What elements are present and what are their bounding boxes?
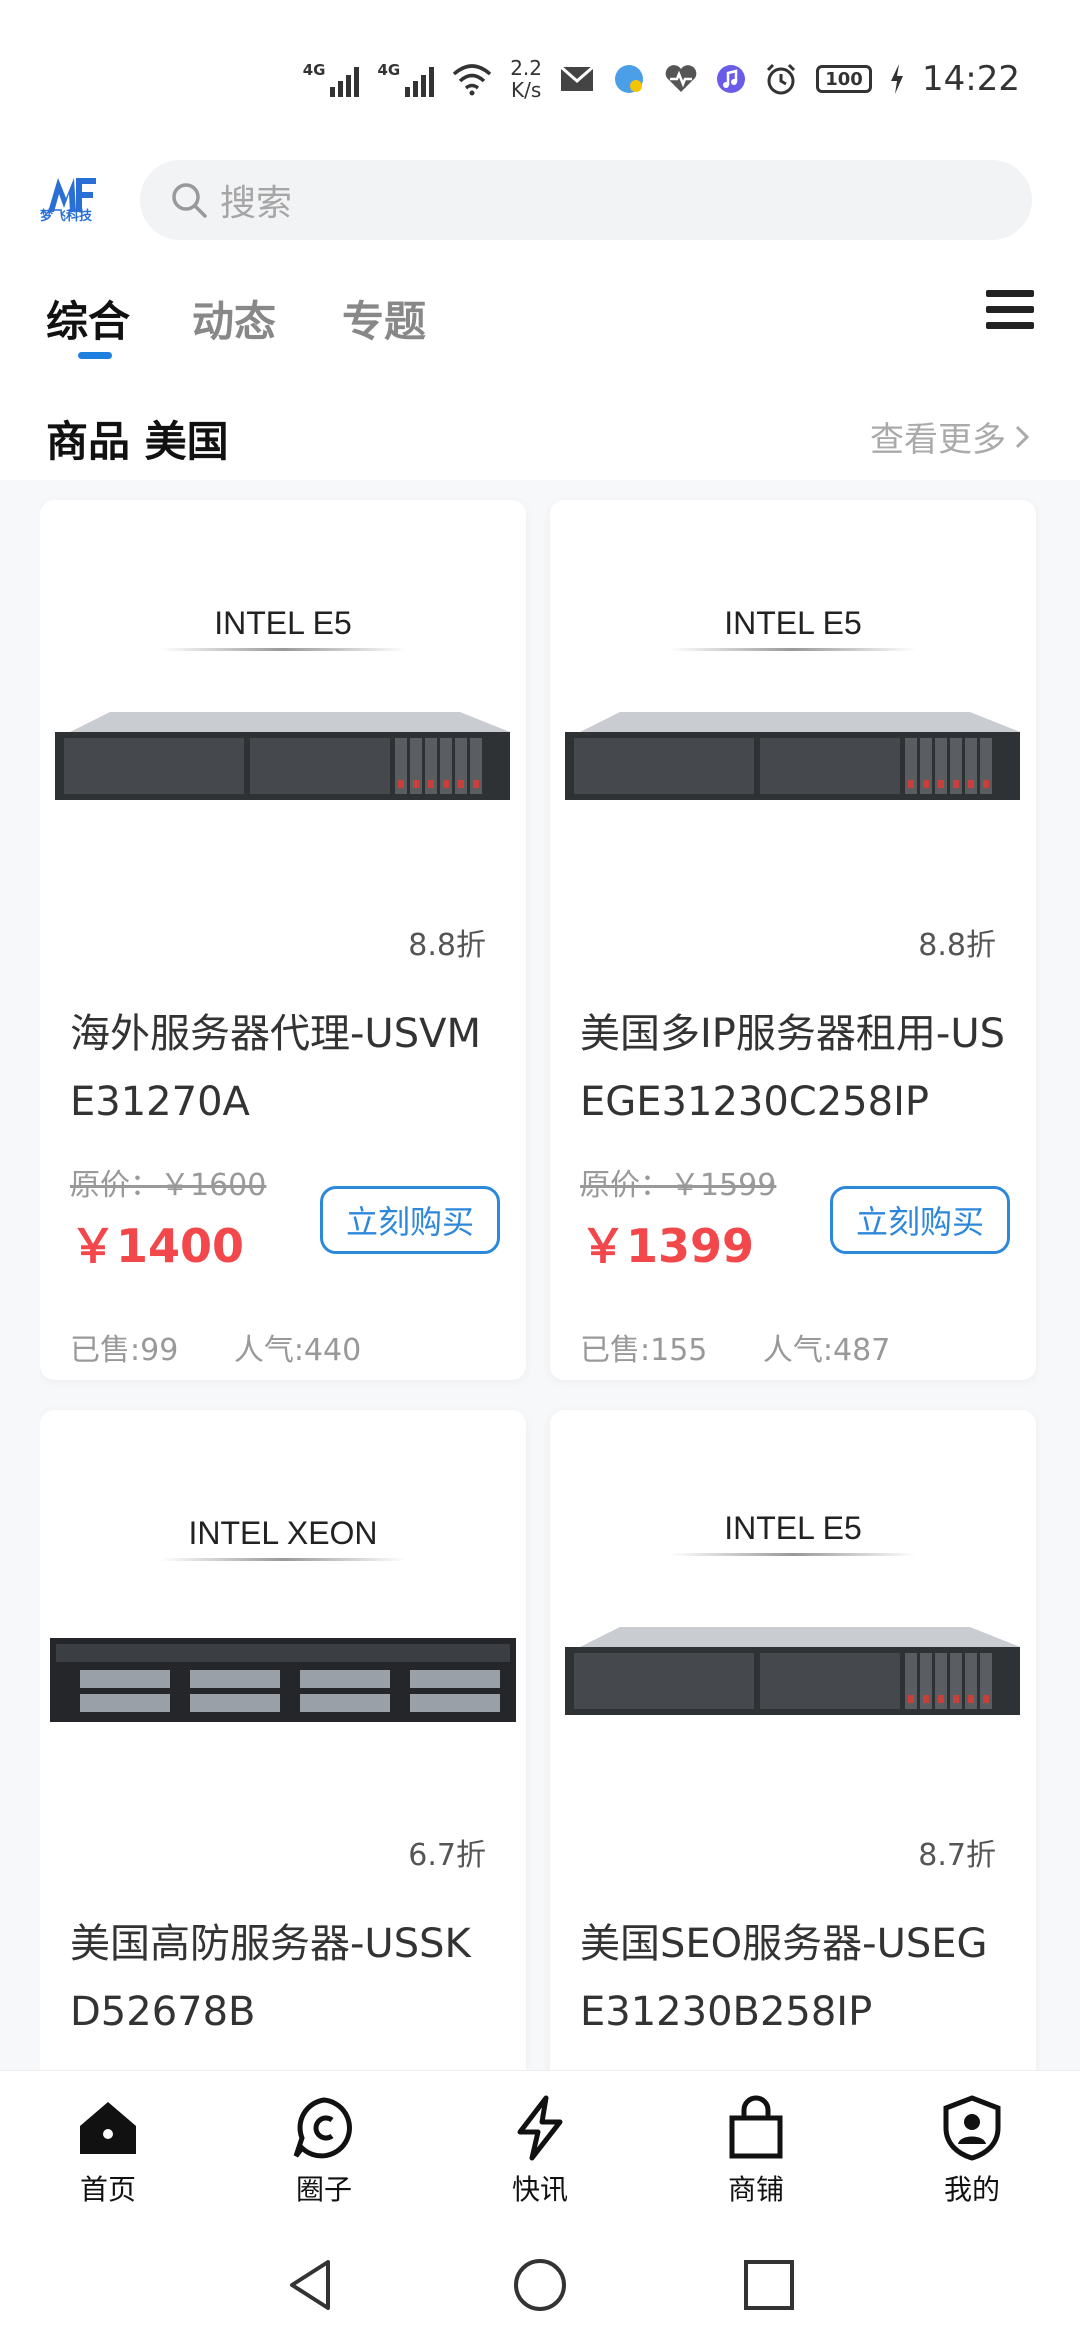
sold-count: 已售:99 — [70, 1333, 179, 1368]
app-header: 梦飞科技 搜索 — [0, 150, 1080, 260]
product-grid: INTEL E5 8.8折 海外服务器代理-USVME31270A 原价：￥16… — [40, 490, 1040, 2070]
discount-badge: 6.7折 — [408, 1838, 486, 1873]
discount-badge: 8.7折 — [918, 1838, 996, 1873]
active-tab-indicator — [78, 352, 112, 359]
app-notification-icon — [615, 65, 644, 93]
circle-icon — [293, 2096, 352, 2158]
product-image-caption: INTEL XEON — [188, 1515, 378, 1551]
product-card[interactable]: INTEL E5 — [40, 500, 526, 1380]
product-image: INTEL XEON — [40, 1410, 526, 1850]
tab-comprehensive[interactable]: 综合 — [46, 288, 130, 349]
view-more-label: 查看更多 — [870, 420, 1006, 460]
charging-icon — [891, 64, 904, 94]
clock: 14:22 — [922, 59, 1020, 99]
signal-icon: 4G — [303, 61, 360, 97]
system-nav-bar — [0, 2230, 1080, 2340]
product-stats: 已售:99 人气:440 — [70, 1325, 407, 1369]
tab-dynamics[interactable]: 动态 — [192, 288, 276, 349]
user-shield-icon — [943, 2094, 1001, 2161]
sold-count: 已售:155 — [580, 1333, 708, 1368]
app-screen: 4G 4G 2.2 K/s 100 14:22 梦飞科技 搜索 综合 动态 专题… — [0, 0, 1080, 2340]
current-price: ￥1400 — [70, 1219, 245, 1273]
popularity-count: 人气:440 — [233, 1333, 362, 1368]
section-title: 商品 美国 — [46, 417, 229, 466]
nav-news-label: 快讯 — [511, 2172, 568, 2206]
battery-icon: 100 — [816, 65, 873, 93]
nav-home[interactable]: 首页 — [0, 2071, 216, 2230]
search-icon — [172, 183, 207, 218]
section-header: 商品 美国 查看更多 — [0, 370, 1080, 480]
product-image: INTEL E5 — [550, 1410, 1036, 1850]
original-price: 原价：￥1599 — [580, 1168, 777, 1203]
nav-shop[interactable]: 商铺 — [648, 2071, 864, 2230]
tab-topics[interactable]: 专题 — [342, 288, 426, 349]
product-image: INTEL E5 — [550, 500, 1036, 940]
product-image: INTEL E5 — [40, 500, 526, 940]
server-illustration — [565, 1627, 1020, 1715]
recents-icon[interactable] — [740, 2256, 798, 2314]
bottom-nav: 首页 圈子 快讯 商铺 我的 — [0, 2070, 1080, 2230]
original-price: 原价：￥1600 — [70, 1168, 267, 1203]
product-stats: 已售:155 人气:487 — [580, 1325, 936, 1369]
product-image-caption: INTEL E5 — [724, 605, 862, 641]
nav-circle-label: 圈子 — [295, 2172, 352, 2206]
alarm-icon — [766, 63, 796, 95]
server-illustration — [565, 712, 1020, 800]
product-card[interactable]: INTEL E5 — [550, 500, 1036, 1380]
current-price: ￥1399 — [580, 1219, 755, 1273]
mail-icon — [560, 66, 595, 91]
nav-circle[interactable]: 圈子 — [216, 2071, 432, 2230]
chevron-right-icon — [1015, 425, 1030, 448]
product-name[interactable]: 美国高防服务器-USSKD52678B — [70, 1910, 500, 2046]
product-image-caption: INTEL E5 — [724, 1510, 862, 1546]
search-placeholder: 搜索 — [220, 183, 293, 224]
nav-shop-label: 商铺 — [727, 2172, 784, 2206]
signal-icon-2: 4G — [377, 61, 435, 97]
brand-logo-text: 梦飞科技 — [40, 209, 93, 224]
view-more-link[interactable]: 查看更多 — [870, 412, 1030, 461]
product-card[interactable]: INTEL E5 — [550, 1410, 1036, 2070]
menu-icon[interactable] — [986, 290, 1034, 334]
buy-now-button[interactable]: 立刻购买 — [830, 1186, 1010, 1254]
search-input[interactable]: 搜索 — [140, 160, 1032, 240]
home-circle-icon[interactable] — [511, 2256, 569, 2314]
product-card[interactable]: INTEL XEON 6.7折 美国高防服务器-USSKD52678B — [40, 1410, 526, 2070]
product-name[interactable]: 美国SEO服务器-USEGE31230B258IP — [580, 1910, 1010, 2046]
nav-mine-label: 我的 — [943, 2172, 1000, 2206]
product-image-caption: INTEL E5 — [214, 605, 352, 641]
lightning-icon — [517, 2095, 563, 2160]
product-name[interactable]: 海外服务器代理-USVME31270A — [70, 1000, 500, 1136]
discount-badge: 8.8折 — [918, 928, 996, 963]
back-icon[interactable] — [282, 2256, 340, 2314]
server-illustration — [50, 1638, 516, 1722]
discount-badge: 8.8折 — [408, 928, 486, 963]
nav-news[interactable]: 快讯 — [432, 2071, 648, 2230]
home-icon — [80, 2101, 136, 2154]
health-icon — [665, 65, 697, 92]
nav-mine[interactable]: 我的 — [864, 2071, 1080, 2230]
product-name[interactable]: 美国多IP服务器租用-USEGE31230C258IP — [580, 1000, 1010, 1136]
status-bar: 4G 4G 2.2 K/s 100 14:22 — [0, 0, 1080, 150]
nav-home-label: 首页 — [79, 2172, 136, 2206]
tab-bar: 综合 动态 专题 — [0, 260, 1080, 370]
network-speed: 2.2 K/s — [510, 56, 543, 102]
status-icons: 4G 4G 2.2 K/s 100 14:22 — [303, 55, 1020, 103]
server-illustration — [55, 712, 510, 800]
buy-now-button[interactable]: 立刻购买 — [320, 1186, 500, 1254]
music-icon — [717, 65, 746, 93]
wifi-icon — [453, 64, 492, 96]
popularity-count: 人气:487 — [762, 1333, 891, 1368]
shopping-bag-icon — [729, 2095, 783, 2158]
